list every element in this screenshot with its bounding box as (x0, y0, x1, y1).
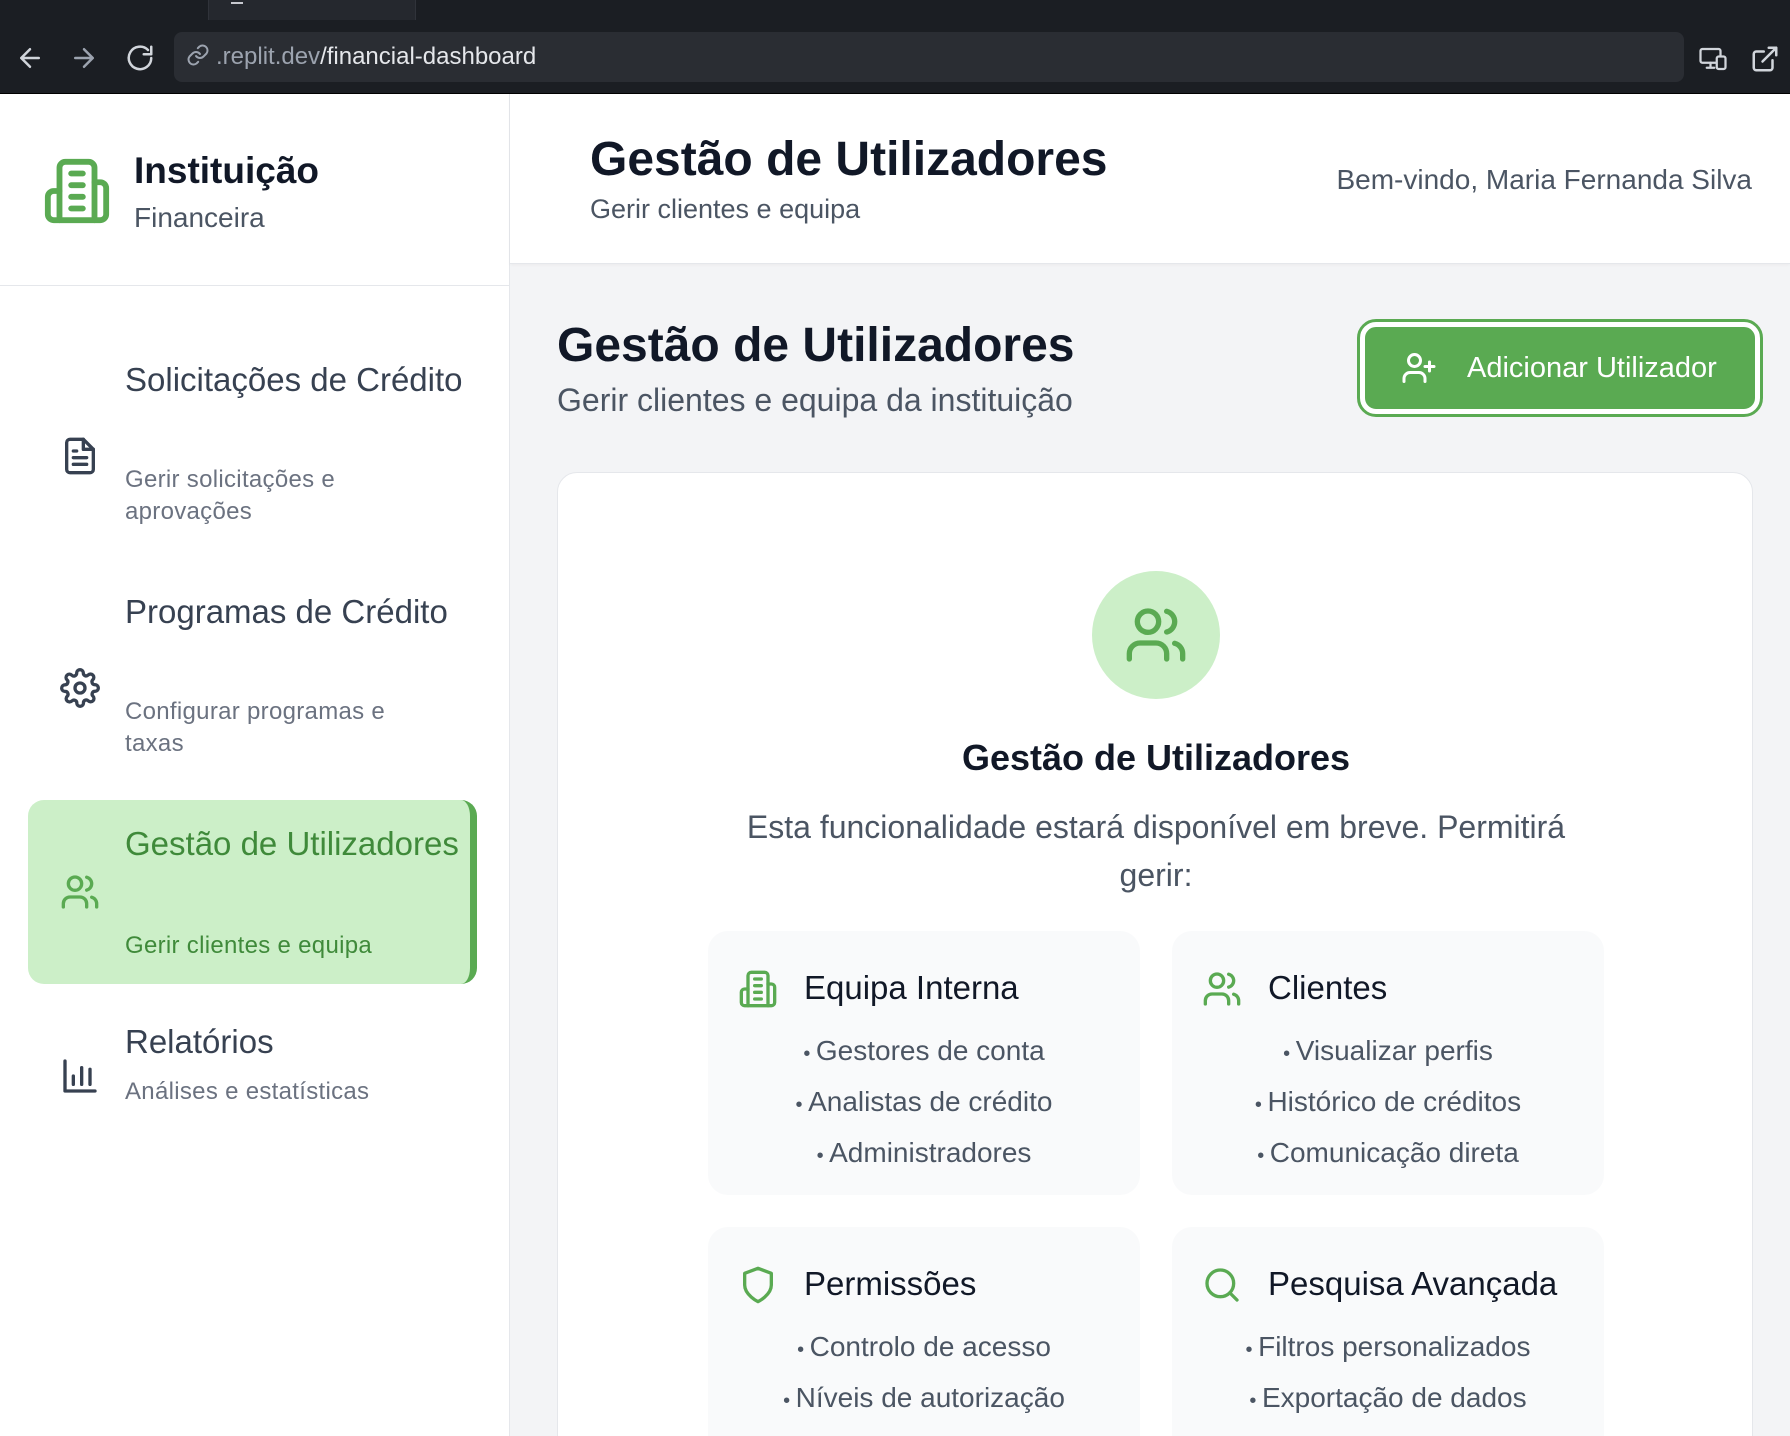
sidebar-item-credit-requests[interactable]: Solicitações de Crédito Gerir solicitaçõ… (28, 356, 477, 540)
browser-toolbar: .replit.dev/financial-dashboard (0, 20, 1790, 94)
list-item: Filtros personalizados (1172, 1323, 1604, 1374)
list-item: Analistas de crédito (708, 1078, 1140, 1129)
feature-list: Visualizar perfis Histórico de créditos … (1172, 1027, 1604, 1180)
forward-button[interactable] (68, 42, 100, 74)
browser-tab[interactable] (208, 0, 416, 20)
reload-button[interactable] (124, 42, 156, 74)
sidebar-item-credit-programs[interactable]: Programas de Crédito Configurar programa… (28, 588, 477, 772)
users-icon (61, 875, 99, 909)
arrow-right-icon (74, 48, 94, 68)
url-domain: .replit.dev (216, 43, 321, 70)
feature-title: Equipa Interna (804, 969, 1019, 1006)
back-button[interactable] (14, 42, 46, 74)
feature-title: Pesquisa Avançada (1268, 1265, 1558, 1302)
feature-advanced-search: Pesquisa Avançada Filtros personalizados… (1172, 1227, 1604, 1436)
brand-title: Instituição (134, 150, 320, 191)
brand-subtitle: Financeira (134, 202, 265, 233)
sidebar-item-description: Análises e estatísticas (125, 1078, 370, 1105)
tab-favicon-icon (231, 0, 243, 4)
list-item: Exportação de dados (1172, 1374, 1604, 1425)
gear-icon (60, 668, 100, 708)
sidebar-item-label: Solicitações de Crédito (125, 361, 463, 398)
feature-list: Controlo de acesso Níveis de autorização… (708, 1323, 1140, 1436)
list-item: Relatórios detalhados (1172, 1425, 1604, 1436)
feature-permissions: Permissões Controlo de acesso Níveis de … (708, 1227, 1140, 1436)
header-subtitle: Gerir clientes e equipa (590, 194, 861, 224)
users-icon (1203, 972, 1241, 1006)
sidebar-item-user-management[interactable]: Gestão de Utilizadores Gerir clientes e … (28, 800, 477, 984)
open-new-tab-button[interactable] (1748, 42, 1782, 76)
sidebar: Instituição Financeira Solicitações de C… (0, 94, 510, 1436)
feature-list: Filtros personalizados Exportação de dad… (1172, 1323, 1604, 1436)
search-icon (1205, 1268, 1239, 1302)
user-plus-icon (1402, 353, 1436, 383)
add-user-button-label: Adicionar Utilizador (1467, 351, 1717, 384)
card-title: Gestão de Utilizadores (961, 737, 1351, 778)
devices-icon (1699, 47, 1727, 71)
arrow-left-icon (20, 48, 40, 68)
top-header: Gestão de Utilizadores Gerir clientes e … (510, 94, 1790, 264)
list-item: Auditoria de ações (708, 1425, 1140, 1436)
page-title: Gestão de Utilizadores (557, 319, 1075, 372)
users-icon (1126, 608, 1186, 662)
welcome-text: Bem-vindo, Maria Fernanda Silva (1336, 164, 1752, 195)
url-text: .replit.dev/financial-dashboard (216, 43, 536, 71)
external-link-icon (1752, 46, 1778, 72)
list-item: Controlo de acesso (708, 1323, 1140, 1374)
sidebar-item-description: Gerir clientes e equipa (125, 932, 373, 959)
bar-chart-icon (63, 1059, 97, 1093)
device-preview-button[interactable] (1696, 42, 1730, 76)
page-subtitle: Gerir clientes e equipa da instituição (557, 382, 1073, 418)
list-item: Administradores (708, 1129, 1140, 1180)
feature-title: Clientes (1268, 969, 1388, 1006)
feature-list: Gestores de conta Analistas de crédito A… (708, 1027, 1140, 1180)
sidebar-item-label: Relatórios (125, 1023, 274, 1060)
feature-title: Permissões (804, 1265, 977, 1302)
sidebar-item-reports[interactable]: Relatórios Análises e estatísticas (28, 1018, 477, 1138)
list-item: Comunicação direta (1172, 1129, 1604, 1180)
shield-icon (743, 1266, 773, 1304)
url-path: /financial-dashboard (320, 43, 537, 70)
reload-icon (127, 45, 153, 71)
coming-soon-card: Gestão de Utilizadores Esta funcionalida… (557, 472, 1753, 1436)
feature-internal-team: Equipa Interna Gestores de conta Analist… (708, 931, 1140, 1195)
building-icon (44, 158, 110, 224)
browser-tab-strip (0, 0, 1790, 20)
list-item: Visualizar perfis (1172, 1027, 1604, 1078)
sidebar-item-label: Gestão de Utilizadores (125, 825, 459, 862)
hero-avatar (1092, 571, 1220, 699)
building-icon (739, 970, 777, 1008)
url-bar[interactable]: .replit.dev/financial-dashboard (174, 32, 1684, 82)
feature-clients: Clientes Visualizar perfis Histórico de … (1172, 931, 1604, 1195)
sidebar-item-description: Configurar programas e taxas (125, 698, 386, 757)
card-description: Esta funcionalidade estará disponível em… (746, 809, 1566, 893)
sidebar-item-label: Programas de Crédito (125, 593, 448, 630)
list-item: Gestores de conta (708, 1027, 1140, 1078)
link-icon (186, 43, 210, 72)
header-title: Gestão de Utilizadores (590, 133, 1108, 186)
sidebar-item-description: Gerir solicitações e aprovações (125, 466, 336, 525)
document-icon (65, 437, 96, 475)
list-item: Níveis de autorização (708, 1374, 1140, 1425)
brand: Instituição Financeira (0, 94, 510, 286)
list-item: Histórico de créditos (1172, 1078, 1604, 1129)
add-user-button[interactable]: Adicionar Utilizador (1357, 319, 1763, 417)
